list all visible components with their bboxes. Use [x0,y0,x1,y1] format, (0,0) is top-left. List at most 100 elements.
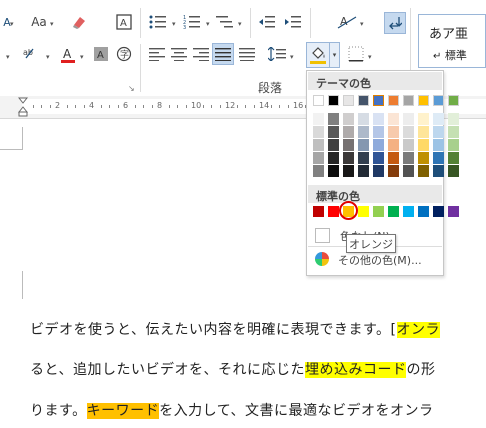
theme-shade-swatch[interactable] [313,152,324,164]
style-normal-preview[interactable]: あア亜 ↵ 標準 [418,14,486,68]
theme-shade-swatch[interactable] [403,152,414,164]
theme-shade-swatch[interactable] [343,165,354,177]
phonetic-dropdown-arrow[interactable]: ▾ [46,53,50,61]
theme-shade-swatch[interactable] [433,165,444,177]
theme-shade-swatch[interactable] [373,152,384,164]
font-size-dropdown-arrow[interactable]: ▾ [10,20,14,28]
theme-shade-swatch[interactable] [373,126,384,138]
theme-shade-swatch[interactable] [433,139,444,151]
standard-color-swatch[interactable] [313,206,324,217]
theme-shade-swatch[interactable] [388,165,399,177]
theme-shade-swatch[interactable] [418,113,429,125]
line-spacing-dropdown-arrow[interactable]: ▾ [290,53,294,61]
align-right-button[interactable] [190,44,212,64]
theme-shade-swatch[interactable] [403,113,414,125]
document-line-2[interactable]: ると、追加したいビデオを、それに応じた埋め込みコードの形 [30,359,435,379]
theme-shade-swatch[interactable] [433,152,444,164]
line-spacing-button[interactable] [266,44,288,64]
theme-color-swatch[interactable] [313,95,324,106]
theme-shade-swatch[interactable] [358,113,369,125]
enclose-characters-button[interactable]: 字 [114,44,134,64]
theme-shade-swatch[interactable] [388,139,399,151]
theme-shade-swatch[interactable] [373,113,384,125]
theme-shade-swatch[interactable] [403,126,414,138]
theme-shade-swatch[interactable] [313,139,324,151]
bullets-dropdown-arrow[interactable]: ▾ [172,20,176,28]
ruler-indent-marker-icon[interactable] [17,97,29,121]
show-hide-marks-button[interactable] [384,12,406,34]
theme-shade-swatch[interactable] [388,113,399,125]
character-border-button[interactable]: A [114,12,134,32]
numbering-button[interactable]: 123 [180,12,204,32]
theme-shade-swatch[interactable] [313,113,324,125]
standard-color-swatch[interactable] [448,206,459,217]
theme-shade-swatch[interactable] [448,126,459,138]
theme-shade-swatch[interactable] [418,126,429,138]
standard-color-swatch[interactable] [328,206,339,217]
theme-shade-swatch[interactable] [358,152,369,164]
shading-paint-bucket-icon[interactable] [306,42,330,68]
decrease-indent-button[interactable] [256,12,278,32]
theme-color-swatch[interactable] [343,95,354,106]
justify-button[interactable] [212,43,234,65]
theme-shade-swatch[interactable] [373,165,384,177]
standard-color-swatch[interactable] [418,206,429,217]
shading-dropdown-arrow[interactable]: ▾ [330,42,340,68]
font-left-dropdown-arrow[interactable]: ▾ [6,53,10,61]
theme-shade-swatch[interactable] [448,113,459,125]
change-case-dropdown-arrow[interactable]: ▾ [50,20,54,28]
theme-shade-swatch[interactable] [433,113,444,125]
theme-shade-swatch[interactable] [328,165,339,177]
theme-color-swatch[interactable] [418,95,429,106]
eraser-icon[interactable] [68,12,90,32]
theme-shade-swatch[interactable] [313,126,324,138]
phonetic-guide-button[interactable]: ab [20,44,44,64]
theme-shade-swatch[interactable] [358,165,369,177]
theme-shade-swatch[interactable] [418,165,429,177]
theme-shade-swatch[interactable] [343,113,354,125]
character-shading-button[interactable]: A [92,44,110,64]
increase-indent-button[interactable] [282,12,304,32]
change-case-button[interactable]: Aa [28,12,50,32]
theme-shade-swatch[interactable] [448,165,459,177]
theme-color-swatch[interactable] [448,95,459,106]
font-color-dropdown-arrow[interactable]: ▾ [80,53,84,61]
theme-shade-swatch[interactable] [313,165,324,177]
distributed-button[interactable] [236,44,258,64]
multilevel-list-button[interactable] [214,12,236,32]
borders-dropdown-arrow[interactable]: ▾ [368,53,372,61]
theme-shade-swatch[interactable] [403,165,414,177]
theme-shade-swatch[interactable] [403,139,414,151]
theme-shade-swatch[interactable] [328,152,339,164]
theme-shade-swatch[interactable] [388,152,399,164]
font-color-button[interactable]: A [58,44,78,66]
theme-shade-swatch[interactable] [328,126,339,138]
standard-color-swatch[interactable] [403,206,414,217]
theme-shade-swatch[interactable] [448,139,459,151]
theme-shade-swatch[interactable] [343,126,354,138]
theme-color-swatch[interactable] [358,95,369,106]
document-line-1[interactable]: ビデオを使うと、伝えたい内容を明確に表現できます。[オンラ [30,319,441,339]
font-dialog-launcher-icon[interactable]: ↘ [128,84,135,93]
theme-color-swatch[interactable] [433,95,444,106]
standard-color-swatch[interactable] [433,206,444,217]
numbering-dropdown-arrow[interactable]: ▾ [206,20,210,28]
standard-color-swatch[interactable] [388,206,399,217]
text-direction-icon[interactable]: A [336,12,358,32]
align-left-button[interactable] [146,44,168,64]
bullets-button[interactable] [146,12,170,32]
theme-shade-swatch[interactable] [343,139,354,151]
theme-color-swatch[interactable] [388,95,399,106]
theme-shade-swatch[interactable] [328,113,339,125]
theme-shade-swatch[interactable] [448,152,459,164]
theme-color-swatch[interactable] [328,95,339,106]
theme-shade-swatch[interactable] [418,139,429,151]
theme-shade-swatch[interactable] [358,139,369,151]
theme-color-swatch[interactable] [372,94,385,107]
theme-shade-swatch[interactable] [343,152,354,164]
theme-shade-swatch[interactable] [388,126,399,138]
multilevel-list-dropdown-arrow[interactable]: ▾ [238,20,242,28]
document-line-3[interactable]: ります。キーワードを入力して、文書に最適なビデオをオンラ [30,400,434,420]
borders-button[interactable] [346,44,366,64]
theme-color-swatch[interactable] [403,95,414,106]
